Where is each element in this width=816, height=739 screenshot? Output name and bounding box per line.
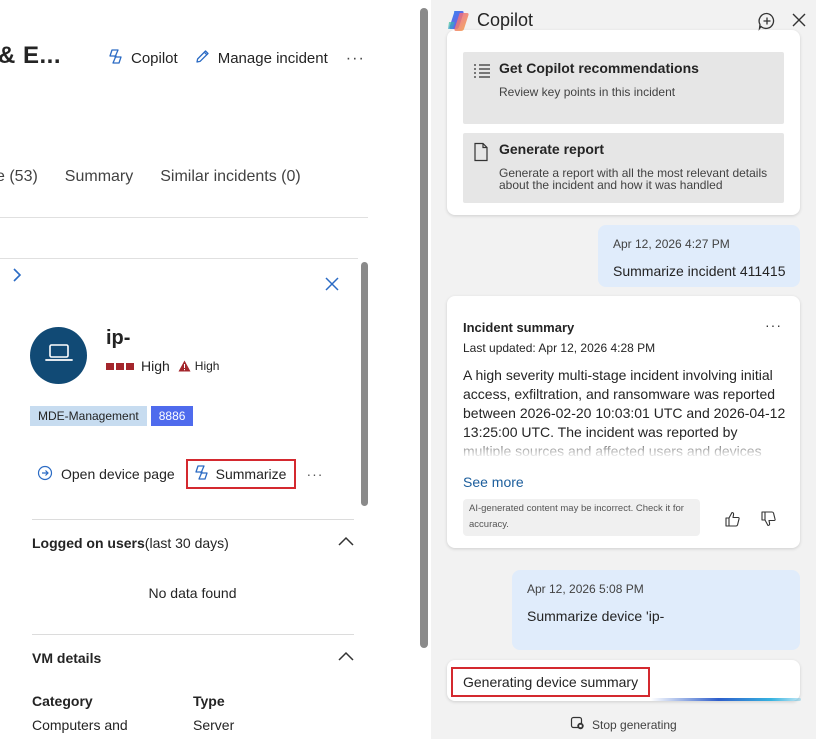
user-message: Apr 12, 2026 4:27 PM Summarize incident … [598, 225, 800, 287]
message-timestamp: Apr 12, 2026 5:08 PM [527, 582, 644, 596]
open-device-page-label: Open device page [61, 466, 175, 482]
logged-on-users-header[interactable]: Logged on users(last 30 days) [32, 535, 229, 551]
main-scrollbar[interactable] [420, 8, 428, 648]
no-data-message: No data found [148, 585, 237, 601]
risk-level-bars [106, 362, 134, 370]
summary-more-button[interactable]: ··· [765, 317, 782, 333]
arrow-circle-icon [37, 465, 53, 484]
pencil-icon [194, 48, 211, 69]
copilot-button[interactable]: Copilot [107, 48, 178, 69]
copilot-header: Copilot [431, 0, 816, 42]
summarize-button[interactable]: Summarize [185, 459, 297, 489]
generating-progress-bar [651, 698, 801, 701]
laptop-icon [44, 341, 74, 370]
document-icon [472, 142, 490, 167]
device-avatar [30, 327, 87, 384]
generate-report-button[interactable]: Generate report Generate a report with a… [463, 133, 784, 203]
list-icon [472, 61, 492, 84]
more-actions-button[interactable]: ··· [346, 50, 365, 68]
incident-tabs: e (53) Summary Similar incidents (0) [0, 168, 328, 186]
close-panel-icon[interactable] [324, 276, 340, 297]
device-actions: Open device page Summarize ··· [37, 459, 323, 489]
ai-disclaimer: AI-generated content may be incorrect. C… [463, 499, 700, 536]
recommendation-desc: Review key points in this incident [499, 85, 676, 99]
type-label: Type [193, 693, 225, 709]
copilot-button-label: Copilot [131, 50, 178, 67]
warning-icon [178, 360, 191, 372]
incident-pane: & E... Copilot Manage incident ··· e (53… [0, 0, 430, 739]
device-severity: High High [106, 358, 219, 374]
tab-similar-incidents[interactable]: Similar incidents (0) [160, 168, 300, 186]
message-text: Summarize device 'ip- [527, 608, 665, 624]
tabs-divider [0, 217, 368, 218]
new-chat-icon[interactable] [757, 11, 777, 36]
chevron-up-icon[interactable] [337, 649, 355, 668]
thumbs-down-icon[interactable] [760, 510, 778, 533]
get-recommendations-button[interactable]: Get Copilot recommendations Review key p… [463, 52, 784, 124]
copilot-icon [107, 48, 124, 69]
risk-level-label: High [141, 358, 170, 374]
see-more-link[interactable]: See more [463, 474, 524, 490]
exposure-level-label: High [194, 359, 220, 373]
stop-icon [570, 716, 585, 733]
thumbs-up-icon[interactable] [724, 510, 742, 533]
device-tag: MDE-Management [30, 406, 147, 426]
recommendation-desc: Generate a report with all the most rele… [499, 166, 768, 192]
device-more-button[interactable]: ··· [306, 466, 323, 482]
logged-on-users-title: Logged on users [32, 535, 145, 551]
chevron-right-icon[interactable] [10, 266, 24, 289]
summary-updated: Last updated: Apr 12, 2026 4:28 PM [463, 341, 656, 355]
device-tag: 8886 [150, 406, 194, 426]
incident-title: & E... [0, 42, 62, 69]
tab-summary[interactable]: Summary [65, 168, 133, 186]
manage-incident-button[interactable]: Manage incident [194, 48, 328, 69]
summarize-label: Summarize [215, 466, 287, 482]
logged-on-users-subtitle: (last 30 days) [144, 535, 229, 551]
summary-fade [463, 436, 789, 458]
recommendations-card: Get Copilot recommendations Review key p… [447, 30, 800, 215]
vm-details-header[interactable]: VM details [32, 650, 101, 666]
close-icon[interactable] [792, 13, 806, 32]
summary-heading: Incident summary [463, 320, 575, 335]
panel-divider [0, 258, 358, 259]
manage-incident-label: Manage incident [217, 50, 328, 67]
section-divider [32, 634, 354, 635]
category-label: Category [32, 693, 93, 709]
panel-scrollbar[interactable] [361, 262, 368, 506]
recommendation-title: Generate report [499, 141, 605, 157]
stop-generating-button[interactable]: Stop generating [570, 716, 677, 733]
copilot-title: Copilot [477, 10, 534, 30]
incident-summary-card: Incident summary Last updated: Apr 12, 2… [447, 296, 800, 548]
tab-evidence[interactable]: e (53) [0, 168, 38, 186]
section-divider [32, 519, 354, 520]
recommendation-title: Get Copilot recommendations [499, 60, 699, 76]
device-tags: MDE-Management 8886 [30, 406, 194, 426]
open-device-page-button[interactable]: Open device page [37, 465, 175, 484]
type-value: Server [193, 717, 235, 733]
copilot-icon [193, 464, 210, 484]
incident-actions: Copilot Manage incident ··· [107, 48, 365, 69]
user-message: Apr 12, 2026 5:08 PM Summarize device 'i… [512, 570, 800, 650]
copilot-pane: Get Copilot recommendations Review key p… [431, 0, 816, 739]
pane-splitter[interactable] [418, 0, 431, 739]
stop-generating-label: Stop generating [592, 717, 677, 732]
copilot-logo-icon [447, 10, 471, 37]
category-value: Computers and [32, 717, 128, 733]
device-name: ip- [106, 327, 131, 349]
message-timestamp: Apr 12, 2026 4:27 PM [613, 237, 730, 251]
message-text: Summarize incident 411415 [613, 263, 786, 279]
chevron-up-icon[interactable] [337, 534, 355, 553]
generating-status: Generating device summary [451, 667, 651, 697]
